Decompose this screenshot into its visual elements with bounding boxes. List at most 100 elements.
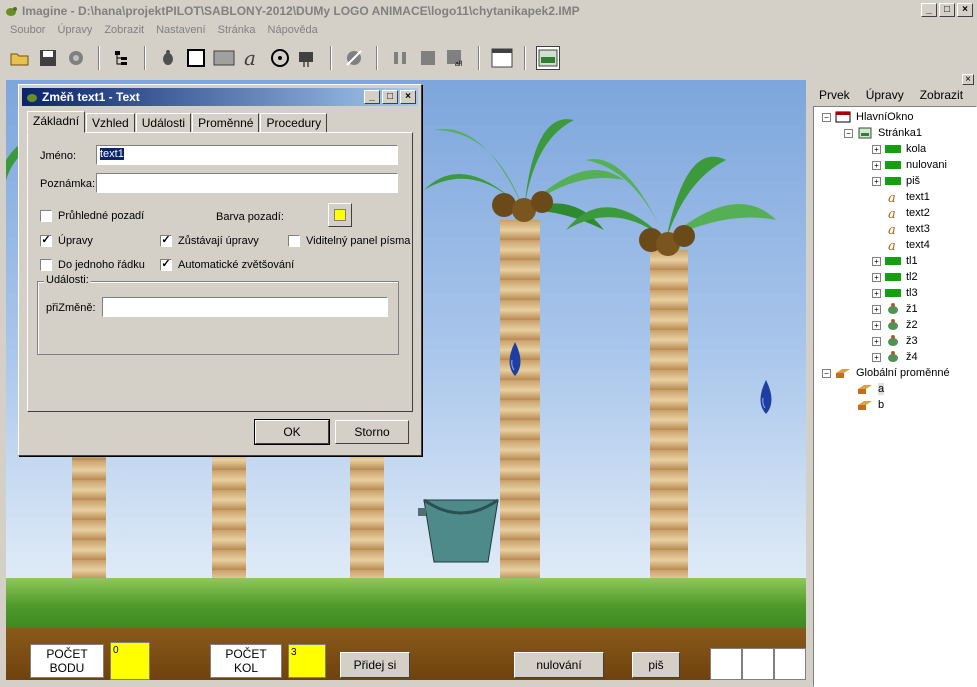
media-icon[interactable] [268, 46, 292, 70]
turtle-icon [885, 351, 906, 363]
expand-icon[interactable]: + [872, 272, 881, 282]
tree-node[interactable]: a text4 [872, 237, 930, 253]
write-button[interactable]: piš [632, 652, 680, 678]
note-field[interactable] [96, 173, 398, 193]
tree-node-label: text4 [906, 239, 930, 251]
menu-zobrazit[interactable]: Zobrazit [98, 22, 150, 40]
score-value[interactable]: 0 [110, 642, 150, 680]
tree-node[interactable]: + piš [872, 173, 920, 189]
panel-close-button[interactable]: × [962, 74, 974, 85]
tree-node[interactable]: + ž2 [872, 317, 918, 333]
reset-button[interactable]: nulování [514, 652, 604, 678]
turtle-icon[interactable] [156, 46, 180, 70]
close-button[interactable]: × [957, 3, 973, 17]
minimize-button[interactable]: _ [921, 3, 937, 17]
expand-icon[interactable]: + [872, 176, 881, 186]
expand-icon[interactable]: + [872, 256, 881, 266]
panel-menu-prvek[interactable]: Prvek [811, 86, 858, 106]
expand-icon[interactable]: + [872, 144, 881, 154]
maximize-button[interactable]: □ [939, 3, 955, 17]
menu-napoveda[interactable]: Nápověda [262, 22, 324, 40]
transparent-box[interactable] [40, 210, 52, 222]
single-line-checkbox[interactable]: Do jednoho řádku [40, 259, 145, 271]
collapse-icon[interactable]: − [822, 112, 831, 122]
object-tree[interactable]: − HlavníOkno − Stránka1 + kola + nulovani + piš a t… [813, 106, 977, 687]
rounds-value[interactable]: 3 [288, 644, 326, 678]
box-icon[interactable] [184, 46, 208, 70]
panel-menu-upravy[interactable]: Úpravy [858, 86, 912, 106]
tree-node[interactable]: a [844, 381, 885, 397]
tree-node[interactable]: a text1 [872, 189, 930, 205]
panel-menu-zobrazit[interactable]: Zobrazit [912, 86, 971, 106]
edit-checkbox[interactable]: ✓ Úpravy [40, 235, 93, 247]
pause-icon[interactable] [388, 46, 412, 70]
stop-icon[interactable] [416, 46, 440, 70]
stop-all-icon[interactable]: all [444, 46, 468, 70]
tree-node[interactable]: + ž3 [872, 333, 918, 349]
tree-node[interactable]: + tl1 [872, 253, 918, 269]
menu-soubor[interactable]: Soubor [4, 22, 51, 40]
green-button-icon [885, 271, 906, 283]
tree-node[interactable]: − HlavníOkno [822, 109, 913, 125]
rect-icon[interactable] [212, 46, 236, 70]
menu-stranka[interactable]: Stránka [212, 22, 262, 40]
bgcolor-button[interactable] [328, 203, 352, 227]
expand-icon[interactable]: + [872, 352, 881, 362]
tree-node[interactable]: + tl2 [872, 269, 918, 285]
name-field[interactable]: text1 [96, 145, 398, 165]
keep-edit-checkbox[interactable]: ✓ Zůstávají úpravy [160, 235, 259, 247]
edit-label: Úpravy [58, 235, 93, 247]
tab-zakladni[interactable]: Základní [27, 111, 86, 133]
tree-node[interactable]: + ž4 [872, 349, 918, 365]
keep-edit-label: Zůstávají úpravy [178, 235, 259, 247]
tree-node[interactable]: a text2 [872, 205, 930, 221]
tools-icon[interactable] [296, 46, 320, 70]
text-icon[interactable]: a [240, 46, 264, 70]
expand-icon[interactable]: + [872, 336, 881, 346]
tab-promenne[interactable]: Proměnné [192, 113, 260, 133]
cancel-button[interactable]: Storno [335, 420, 409, 444]
panel-icon[interactable] [536, 46, 560, 70]
transparent-checkbox[interactable]: Průhledné pozadí [40, 210, 144, 222]
tab-procedury[interactable]: Procedury [260, 113, 328, 133]
menu-upravy[interactable]: Úpravy [51, 22, 98, 40]
open-icon[interactable] [8, 46, 32, 70]
menu-nastaveni[interactable]: Nastavení [150, 22, 212, 40]
run-icon[interactable] [342, 46, 366, 70]
expand-icon[interactable]: + [872, 304, 881, 314]
tree-node[interactable]: − Globální proměnné [822, 365, 950, 381]
add-round-button[interactable]: Přidej si kolo [340, 652, 410, 678]
auto-grow-box[interactable]: ✓ [160, 259, 172, 271]
single-line-box[interactable] [40, 259, 52, 271]
edit-box[interactable]: ✓ [40, 235, 52, 247]
tree-node[interactable]: + nulovani [872, 157, 947, 173]
font-panel-checkbox[interactable]: Viditelný panel písma [288, 235, 410, 247]
name-value: text1 [100, 148, 124, 160]
tree-node[interactable]: b [844, 397, 884, 413]
keep-edit-box[interactable]: ✓ [160, 235, 172, 247]
tab-udalosti[interactable]: Události [135, 113, 192, 133]
save-icon[interactable] [36, 46, 60, 70]
tree-icon[interactable] [110, 46, 134, 70]
window-icon[interactable] [490, 46, 514, 70]
tree-node[interactable]: a text3 [872, 221, 930, 237]
dialog-close-button[interactable]: × [400, 90, 416, 104]
expand-icon[interactable]: + [872, 320, 881, 330]
dialog-minimize-button[interactable]: _ [364, 90, 380, 104]
tab-vzhled[interactable]: Vzhled [86, 113, 135, 133]
onchange-field[interactable] [102, 297, 388, 317]
font-panel-box[interactable] [288, 235, 300, 247]
collapse-icon[interactable]: − [844, 128, 853, 138]
svg-text:a: a [888, 207, 896, 219]
tree-node[interactable]: + ž1 [872, 301, 918, 317]
collapse-icon[interactable]: − [822, 368, 831, 378]
ok-button[interactable]: OK [255, 420, 329, 444]
auto-grow-checkbox[interactable]: ✓ Automatické zvětšování [160, 259, 294, 271]
tree-node[interactable]: − Stránka1 [844, 125, 922, 141]
expand-icon[interactable]: + [872, 288, 881, 298]
print-icon[interactable] [64, 46, 88, 70]
expand-icon[interactable]: + [872, 160, 881, 170]
dialog-maximize-button[interactable]: □ [382, 90, 398, 104]
tree-node[interactable]: + kola [872, 141, 926, 157]
tree-node[interactable]: + tl3 [872, 285, 918, 301]
